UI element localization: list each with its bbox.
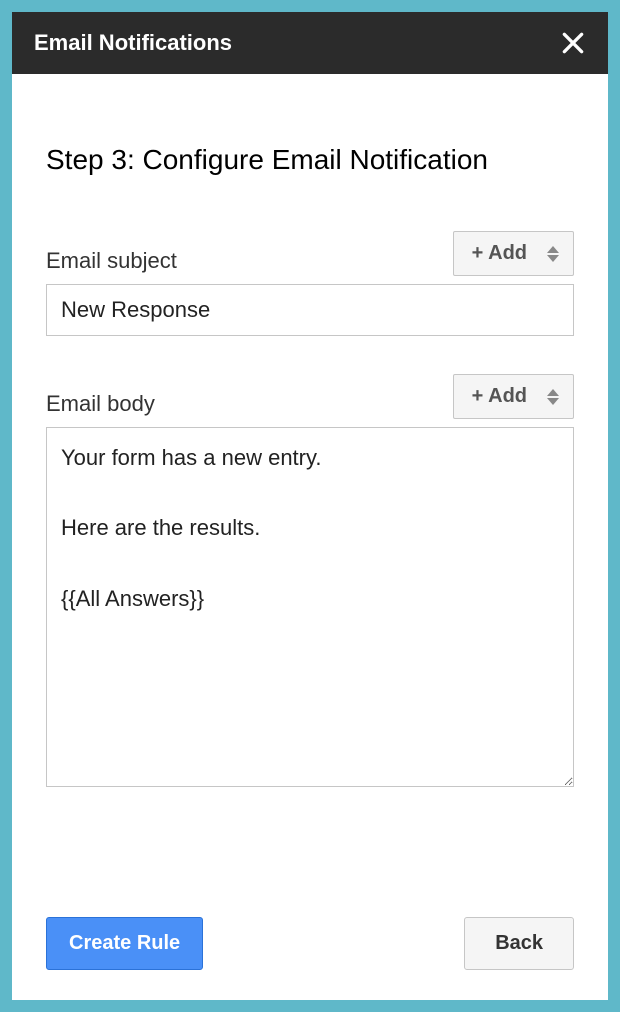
chevron-up-icon	[547, 246, 559, 253]
subject-field-row: Email subject + Add	[46, 231, 574, 276]
subject-label: Email subject	[46, 248, 177, 276]
body-add-button[interactable]: + Add	[453, 374, 574, 419]
body-textarea[interactable]	[46, 427, 574, 787]
step-title: Step 3: Configure Email Notification	[46, 144, 574, 176]
body-label: Email body	[46, 391, 155, 419]
stepper-arrows-icon	[547, 246, 559, 262]
subject-add-label: + Add	[472, 242, 527, 265]
email-notifications-dialog: Email Notifications Step 3: Configure Em…	[12, 12, 608, 1000]
subject-input[interactable]	[46, 284, 574, 336]
footer-buttons: Create Rule Back	[46, 877, 574, 980]
dialog-title: Email Notifications	[34, 30, 232, 56]
chevron-down-icon	[547, 255, 559, 262]
dialog-content: Step 3: Configure Email Notification Ema…	[12, 74, 608, 1000]
chevron-down-icon	[547, 398, 559, 405]
stepper-arrows-icon	[547, 389, 559, 405]
dialog-header: Email Notifications	[12, 12, 608, 74]
body-field-row: Email body + Add	[46, 374, 574, 419]
close-button[interactable]	[560, 30, 586, 56]
subject-add-button[interactable]: + Add	[453, 231, 574, 276]
body-add-label: + Add	[472, 385, 527, 408]
back-button[interactable]: Back	[464, 917, 574, 970]
create-rule-button[interactable]: Create Rule	[46, 917, 203, 970]
chevron-up-icon	[547, 389, 559, 396]
close-icon	[560, 30, 586, 56]
